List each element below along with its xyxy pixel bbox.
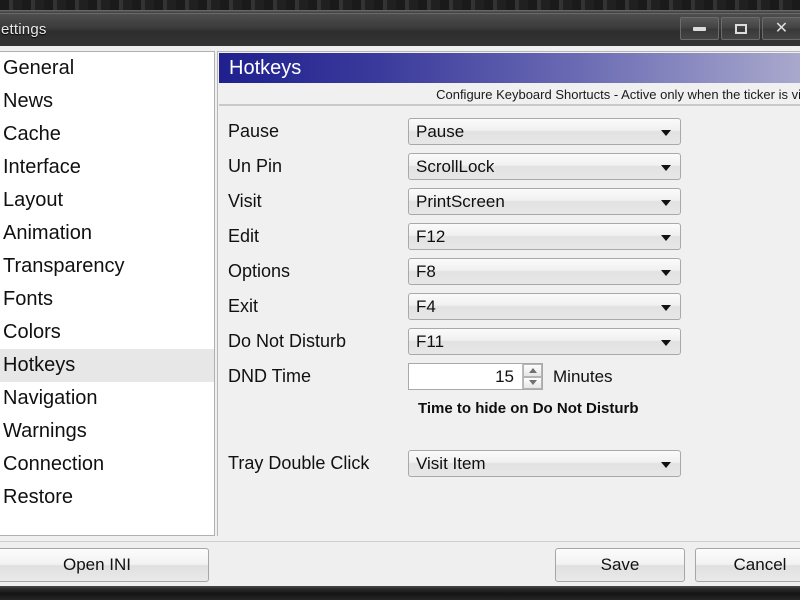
sidebar-item-connection[interactable]: Connection: [0, 448, 214, 481]
label-do-not-disturb: Do Not Disturb: [228, 331, 347, 351]
row-do-not-disturb: Do Not Disturb F11: [218, 324, 800, 359]
sidebar-item-fonts[interactable]: Fonts: [0, 283, 214, 316]
sidebar-item-news[interactable]: News: [0, 85, 214, 118]
dropdown-exit-value: F4: [416, 296, 436, 316]
dropdown-pause[interactable]: Pause: [408, 118, 681, 145]
label-edit: Edit: [228, 226, 260, 246]
row-tray-double-click: Tray Double Click Visit Item: [218, 446, 800, 481]
sidebar-item-cache[interactable]: Cache: [0, 118, 214, 151]
save-button[interactable]: Save: [555, 548, 685, 582]
sidebar-item-animation[interactable]: Animation: [0, 217, 214, 250]
dnd-time-spin-buttons[interactable]: [522, 364, 542, 389]
row-unpin: Un Pin ScrollLock: [218, 149, 800, 184]
label-options: Options: [228, 261, 291, 281]
chevron-down-icon: [661, 339, 671, 346]
sidebar-item-restore[interactable]: Restore: [0, 481, 214, 514]
sidebar-item-navigation[interactable]: Navigation: [0, 382, 214, 415]
dropdown-do-not-disturb-value: F11: [416, 331, 445, 351]
dropdown-tray-double-click[interactable]: Visit Item: [408, 450, 681, 477]
label-dnd-time: DND Time: [228, 366, 312, 386]
hotkeys-panel: Hotkeys Configure Keyboard Shortucts - A…: [217, 51, 800, 536]
chevron-down-icon: [661, 269, 671, 276]
desktop-top-strip: [0, 0, 800, 14]
label-exit: Exit: [228, 296, 259, 316]
settings-category-list[interactable]: General News Cache Interface Layout Anim…: [0, 51, 215, 536]
window-title: ettings: [1, 21, 47, 38]
dropdown-options-value: F8: [416, 261, 436, 281]
minimize-icon: [693, 26, 706, 31]
row-visit: Visit PrintScreen: [218, 184, 800, 219]
screen: ettings ✕ General News Cache Interface L…: [0, 0, 800, 600]
sidebar-item-hotkeys[interactable]: Hotkeys: [0, 349, 214, 382]
dropdown-tray-double-click-value: Visit Item: [416, 453, 486, 473]
row-edit: Edit F12: [218, 219, 800, 254]
chevron-down-icon: [661, 461, 671, 468]
chevron-down-icon: [661, 164, 671, 171]
row-pause: Pause Pause: [218, 114, 800, 149]
minimize-button[interactable]: [680, 17, 719, 40]
sidebar-item-colors[interactable]: Colors: [0, 316, 214, 349]
dropdown-visit[interactable]: PrintScreen: [408, 188, 681, 215]
label-unpin: Un Pin: [228, 156, 283, 176]
title-bar: ettings ✕: [0, 13, 800, 46]
spinner-down-button[interactable]: [523, 376, 542, 389]
window-controls: ✕: [678, 17, 800, 40]
panel-title: Hotkeys: [219, 53, 800, 83]
dnd-time-stepper[interactable]: 15: [408, 363, 543, 390]
hotkeys-form: Pause Pause Un Pin ScrollLock Visit Prin…: [218, 114, 800, 481]
sidebar-item-general[interactable]: General: [0, 52, 214, 85]
row-exit: Exit F4: [218, 289, 800, 324]
caret-up-icon: [528, 367, 537, 373]
label-pause: Pause: [228, 121, 280, 141]
dropdown-exit[interactable]: F4: [408, 293, 681, 320]
chevron-down-icon: [661, 234, 671, 241]
desktop-bottom-strip: [0, 586, 800, 600]
sidebar-item-transparency[interactable]: Transparency: [0, 250, 214, 283]
open-ini-button[interactable]: Open INI: [0, 548, 209, 582]
dropdown-options[interactable]: F8: [408, 258, 681, 285]
label-tray-double-click: Tray Double Click: [228, 453, 370, 473]
dropdown-visit-value: PrintScreen: [416, 191, 505, 211]
dropdown-edit-value: F12: [416, 226, 446, 246]
dropdown-unpin[interactable]: ScrollLock: [408, 153, 681, 180]
row-dnd-time: DND Time 15 Minutes: [218, 359, 800, 394]
spinner-up-button[interactable]: [523, 364, 542, 377]
row-options: Options F8: [218, 254, 800, 289]
dnd-time-unit: Minutes: [553, 366, 613, 386]
chevron-down-icon: [661, 199, 671, 206]
cancel-button[interactable]: Cancel: [695, 548, 800, 582]
maximize-button[interactable]: [721, 17, 760, 40]
dropdown-unpin-value: ScrollLock: [416, 156, 495, 176]
window-body: General News Cache Interface Layout Anim…: [0, 46, 800, 586]
chevron-down-icon: [661, 129, 671, 136]
dropdown-edit[interactable]: F12: [408, 223, 681, 250]
form-spacer: [218, 424, 800, 446]
panel-subtitle: Configure Keyboard Shortucts - Active on…: [219, 84, 800, 106]
caret-down-icon: [528, 380, 537, 386]
sidebar-item-layout[interactable]: Layout: [0, 184, 214, 217]
dnd-time-hint: Time to hide on Do Not Disturb: [418, 400, 639, 417]
sidebar-item-warnings[interactable]: Warnings: [0, 415, 214, 448]
dropdown-pause-value: Pause: [416, 121, 465, 141]
sidebar-item-interface[interactable]: Interface: [0, 151, 214, 184]
label-visit: Visit: [228, 191, 262, 211]
dropdown-do-not-disturb[interactable]: F11: [408, 328, 681, 355]
chevron-down-icon: [661, 304, 671, 311]
settings-window: ettings ✕ General News Cache Interface L…: [0, 13, 800, 586]
dnd-time-value[interactable]: 15: [409, 367, 522, 387]
close-icon: ✕: [774, 19, 789, 37]
maximize-icon: [734, 23, 747, 34]
close-button[interactable]: ✕: [762, 17, 800, 40]
footer-bar: Open INI Save Cancel: [0, 541, 800, 586]
